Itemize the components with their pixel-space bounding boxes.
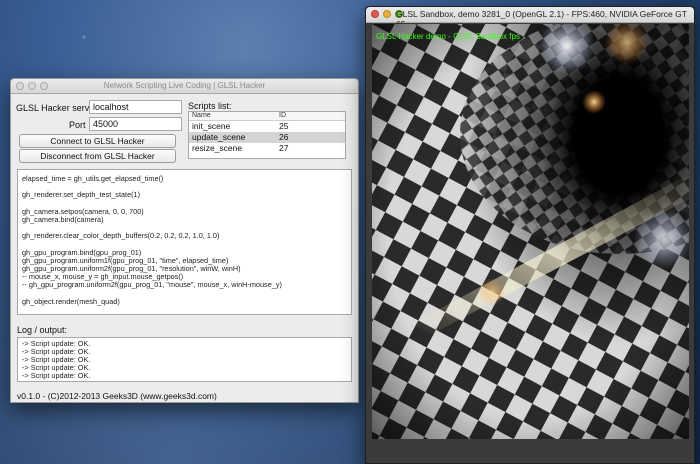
script-id: 27 xyxy=(279,143,289,153)
code-line: gh_renderer.set_depth_test_state(1) xyxy=(22,190,141,200)
log-label: Log / output: xyxy=(17,325,68,335)
code-line: gh_gpu_program.uniform1f(gpu_prog_01, "t… xyxy=(22,255,229,265)
script-name: update_scene xyxy=(192,132,246,142)
script-name: init_scene xyxy=(192,121,231,131)
table-row[interactable]: resize_scene 27 xyxy=(189,143,345,154)
scripts-list-label: Scripts list: xyxy=(188,101,232,111)
code-line: gh_camera.bind(camera) xyxy=(22,214,104,224)
code-line: -- mouse_x, mouse_y = gh_input.mouse_get… xyxy=(22,272,184,282)
minimize-dot-icon[interactable] xyxy=(383,10,391,18)
port-input[interactable]: 45000 xyxy=(89,117,182,131)
script-name: resize_scene xyxy=(192,143,243,153)
connect-button[interactable]: Connect to GLSL Hacker xyxy=(19,134,176,148)
code-line: elapsed_time = gh_utils.get_elapsed_time… xyxy=(22,174,164,183)
log-output[interactable]: -> Script update: OK. -> Script update: … xyxy=(17,337,352,382)
tunnel-render xyxy=(372,24,689,439)
server-input[interactable]: localhost xyxy=(89,100,182,114)
demo-overlay-text: GLSL Hacker demo - GLSL Sandbox fps xyxy=(376,32,520,41)
code-line: gh_object.render(mesh_quad) xyxy=(22,296,120,306)
disconnect-button[interactable]: Disconnect from GLSL Hacker xyxy=(19,149,176,163)
script-id: 26 xyxy=(279,132,289,142)
live-coding-window: Network Scripting Live Coding | GLSL Hac… xyxy=(10,78,359,403)
left-titlebar[interactable]: Network Scripting Live Coding | GLSL Hac… xyxy=(11,79,358,94)
table-row[interactable]: update_scene 26 xyxy=(189,132,345,143)
scripts-table-header: Name ID xyxy=(189,112,345,121)
close-dot-icon[interactable] xyxy=(371,10,379,18)
log-line: -> Script update: OK. xyxy=(22,363,91,372)
script-id: 25 xyxy=(279,121,289,131)
code-line: gh_gpu_program.uniform2f(gpu_prog_01, "r… xyxy=(22,264,241,274)
footer-version: v0.1.0 - (C)2012-2013 Geeks3D (www.geeks… xyxy=(17,391,217,401)
render-viewport[interactable]: GLSL Hacker demo - GLSL Sandbox fps xyxy=(372,24,689,439)
code-line: -- gh_gpu_program.uniform2f(gpu_prog_01,… xyxy=(22,280,282,290)
code-line: gh_gpu_program.bind(gpu_prog_01) xyxy=(22,247,142,257)
log-line: -> Script update: OK. xyxy=(22,355,91,364)
code-line: gh_renderer.clear_color_depth_buffers(0.… xyxy=(22,231,220,241)
glsl-sandbox-window: GLSL Sandbox, demo 3281_0 (OpenGL 2.1) -… xyxy=(365,6,695,464)
scripts-table: Name ID init_scene 25 update_scene 26 re… xyxy=(188,111,346,159)
column-name-header[interactable]: Name xyxy=(192,112,211,119)
log-line: -> Script update: OK. xyxy=(22,371,91,380)
left-window-title: Network Scripting Live Coding | GLSL Hac… xyxy=(103,81,266,90)
log-line: -> Script update: OK. xyxy=(22,339,91,348)
right-titlebar[interactable]: GLSL Sandbox, demo 3281_0 (OpenGL 2.1) -… xyxy=(366,7,694,29)
code-line: gh_camera.setpos(camera, 0, 0, 700) xyxy=(22,206,144,216)
column-id-header[interactable]: ID xyxy=(279,112,286,119)
log-line: -> Script update: OK. xyxy=(22,347,91,356)
server-label: GLSL Hacker server xyxy=(16,103,98,113)
code-editor[interactable]: elapsed_time = gh_utils.get_elapsed_time… xyxy=(17,169,352,315)
port-label: Port xyxy=(69,120,86,130)
table-row[interactable]: init_scene 25 xyxy=(189,121,345,132)
